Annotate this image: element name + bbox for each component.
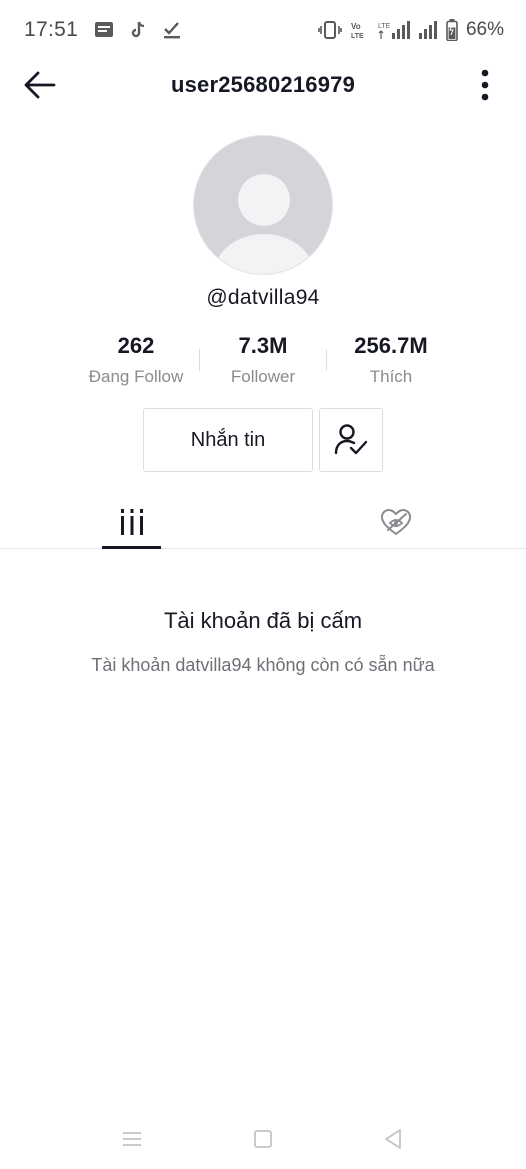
battery-percent: 66% (465, 19, 504, 40)
home-square-icon (254, 1130, 272, 1148)
status-time: 17:51 (24, 18, 79, 41)
profile-tabs (0, 495, 526, 549)
status-bar: 17:51 Vo LTE LTE 66% (0, 0, 526, 60)
system-nav-bar (0, 1110, 526, 1169)
page-title: user25680216979 (170, 72, 356, 97)
arrow-left-icon (24, 71, 56, 99)
grid-bars-icon (120, 509, 143, 535)
svg-text:LTE: LTE (378, 23, 391, 30)
stat-followers-value: 7.3M (238, 333, 288, 358)
stat-followers-label: Follower (230, 367, 296, 386)
heart-hidden-icon (380, 508, 412, 536)
profile-header: user25680216979 (0, 55, 526, 115)
message-notification-icon (94, 21, 114, 39)
tab-videos[interactable] (102, 495, 161, 549)
volte-icon: Vo LTE (350, 21, 370, 39)
message-button[interactable]: Nhắn tin (143, 408, 313, 472)
profile-handle: @datvilla94 (206, 286, 320, 309)
following-status-button[interactable] (319, 408, 383, 472)
more-options-button[interactable] (472, 67, 498, 103)
nav-home-button[interactable] (243, 1124, 283, 1154)
lte-signal-icon: LTE (378, 20, 410, 40)
back-triangle-icon (385, 1129, 401, 1149)
stat-likes-value: 256.7M (354, 333, 428, 358)
stat-following-value: 262 (117, 333, 155, 358)
message-button-label: Nhắn tin (190, 428, 266, 451)
menu-icon (123, 1132, 141, 1146)
vibrate-icon (318, 21, 342, 39)
download-done-icon (162, 20, 182, 40)
status-right: Vo LTE LTE 66% (318, 19, 504, 41)
tiktok-icon (130, 21, 146, 39)
stat-following[interactable]: 262 Đang Follow (71, 333, 201, 387)
svg-text:LTE: LTE (351, 33, 364, 39)
more-vertical-icon (481, 69, 489, 101)
tab-liked[interactable] (366, 495, 426, 549)
nav-menu-button[interactable] (112, 1124, 152, 1154)
back-button[interactable] (22, 68, 58, 102)
svg-text:Vo: Vo (351, 22, 361, 31)
signal-icon (418, 20, 438, 40)
stat-likes-label: Thích (369, 367, 413, 386)
battery-icon (446, 19, 458, 41)
user-check-icon (334, 424, 368, 455)
stat-followers[interactable]: 7.3M Follower (198, 333, 328, 387)
stat-following-label: Đang Follow (88, 367, 184, 386)
avatar[interactable] (193, 135, 333, 275)
banned-description: Tài khoản datvilla94 không còn có sẵn nữ… (91, 655, 435, 675)
default-avatar-icon (194, 136, 332, 274)
stat-likes[interactable]: 256.7M Thích (326, 333, 456, 387)
profile-screen: 17:51 Vo LTE LTE 66% user25680216979 @da… (0, 0, 526, 1169)
profile-stats: 262 Đang Follow 7.3M Follower 256.7M Thí… (0, 333, 526, 393)
active-tab-indicator (102, 546, 161, 549)
nav-back-button[interactable] (373, 1124, 413, 1154)
status-left: 17:51 (24, 18, 182, 42)
banned-title: Tài khoản đã bị cấm (163, 608, 363, 633)
